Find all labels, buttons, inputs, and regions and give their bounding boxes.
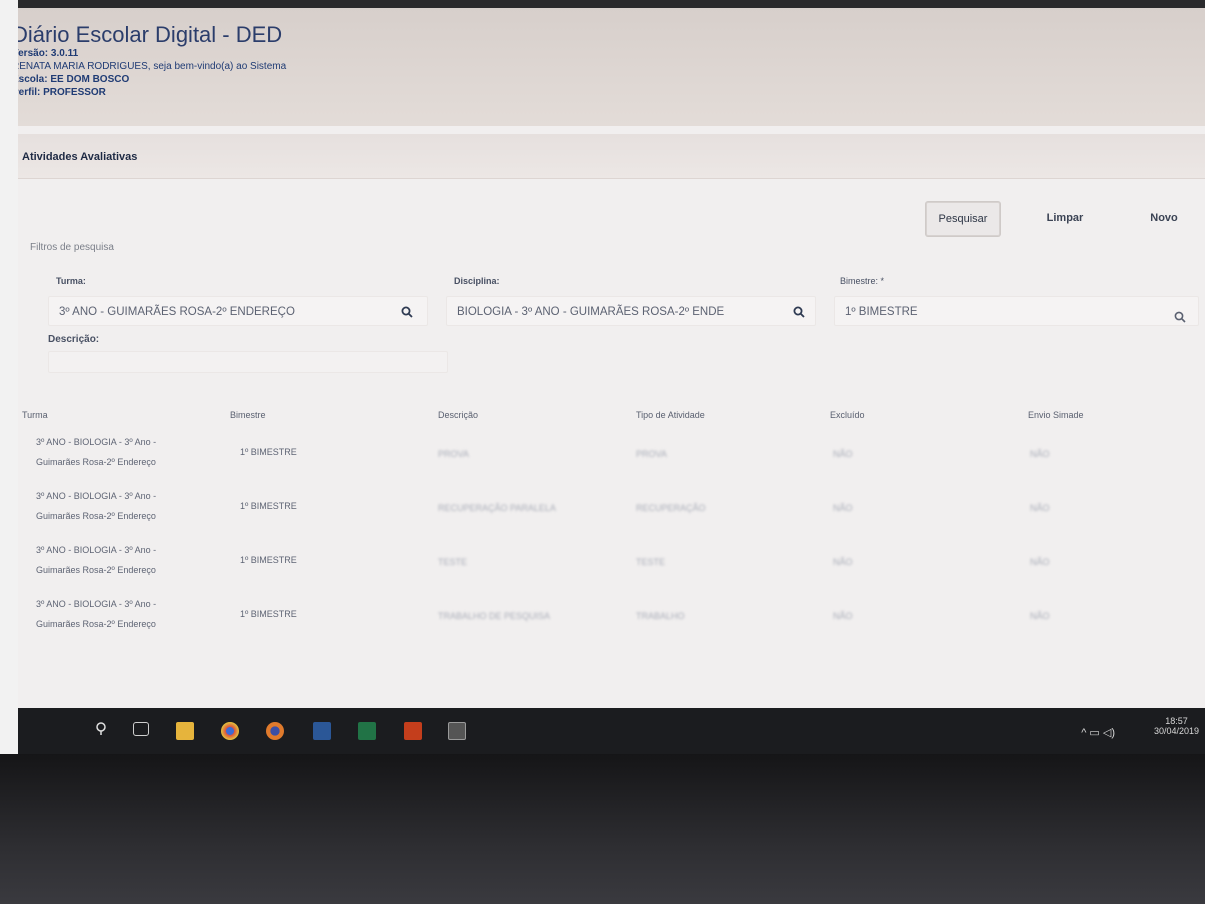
- row-turma-line2: Guimarães Rosa-2º Endereço: [36, 565, 156, 575]
- file-explorer-icon[interactable]: [176, 722, 194, 740]
- row-turma-line2: Guimarães Rosa-2º Endereço: [36, 457, 156, 467]
- page-title: Atividades Avaliativas: [22, 151, 138, 163]
- row-descricao: RECUPERAÇÃO PARALELA: [438, 503, 556, 513]
- windows-taskbar: ^ ▭ ◁) 18:57 30/04/2019: [18, 708, 1205, 754]
- app-header: Diário Escolar Digital - DED Versão: 3.0…: [18, 8, 1205, 126]
- firefox-icon[interactable]: [266, 722, 284, 740]
- excel-icon[interactable]: [358, 722, 376, 740]
- table-row[interactable]: 3º ANO - BIOLOGIA - 3º Ano - Guimarães R…: [18, 541, 1205, 595]
- word-icon[interactable]: [313, 722, 331, 740]
- row-bimestre: 1º BIMESTRE: [240, 609, 297, 619]
- row-turma-line1: 3º ANO - BIOLOGIA - 3º Ano -: [36, 599, 157, 609]
- turma-search-icon[interactable]: [401, 306, 413, 318]
- disciplina-search-icon[interactable]: [793, 306, 805, 318]
- row-descricao: TESTE: [438, 557, 468, 567]
- row-envio: NÃO: [1030, 557, 1050, 567]
- clock[interactable]: 18:57 30/04/2019: [1154, 716, 1199, 736]
- calculator-icon[interactable]: [448, 722, 466, 740]
- disciplina-input[interactable]: BIOLOGIA - 3º ANO - GUIMARÃES ROSA-2º EN…: [446, 296, 816, 326]
- bimestre-search-icon[interactable]: [1174, 311, 1186, 323]
- row-excluido: NÃO: [833, 449, 853, 459]
- bimestre-label: Bimestre: *: [840, 276, 885, 286]
- task-view-icon[interactable]: [133, 722, 149, 736]
- row-bimestre: 1º BIMESTRE: [240, 447, 297, 457]
- table-header: Turma Bimestre Descrição Tipo de Ativida…: [18, 408, 1205, 430]
- table-row[interactable]: 3º ANO - BIOLOGIA - 3º Ano - Guimarães R…: [18, 487, 1205, 541]
- search-button[interactable]: Pesquisar: [926, 202, 1000, 236]
- col-descricao[interactable]: Descrição: [438, 410, 478, 420]
- powerpoint-icon[interactable]: [404, 722, 422, 740]
- col-envio[interactable]: Envio Simade: [1028, 410, 1084, 420]
- table-row[interactable]: 3º ANO - BIOLOGIA - 3º Ano - Guimarães R…: [18, 595, 1205, 649]
- row-envio: NÃO: [1030, 611, 1050, 621]
- row-turma-line1: 3º ANO - BIOLOGIA - 3º Ano -: [36, 437, 157, 447]
- school-label: Escola: EE DOM BOSCO: [18, 74, 130, 85]
- row-turma-line1: 3º ANO - BIOLOGIA - 3º Ano -: [36, 491, 157, 501]
- profile-label: Perfil: PROFESSOR: [18, 87, 106, 98]
- col-bimestre[interactable]: Bimestre: [230, 410, 266, 420]
- descricao-label: Descrição:: [48, 334, 100, 345]
- search-icon[interactable]: [96, 722, 108, 736]
- row-envio: NÃO: [1030, 503, 1050, 513]
- col-tipo[interactable]: Tipo de Atividade: [636, 410, 705, 420]
- system-tray-icons[interactable]: ^ ▭ ◁): [1081, 726, 1115, 739]
- row-excluido: NÃO: [833, 557, 853, 567]
- row-envio: NÃO: [1030, 449, 1050, 459]
- welcome-label: RENATA MARIA RODRIGUES, seja bem-vindo(a…: [18, 61, 287, 72]
- descricao-input[interactable]: [48, 351, 448, 373]
- clock-date: 30/04/2019: [1153, 726, 1199, 736]
- row-tipo: TRABALHO: [636, 611, 685, 621]
- app-title: Diário Escolar Digital - DED: [18, 22, 283, 47]
- row-descricao: TRABALHO DE PESQUISA: [438, 611, 551, 621]
- row-bimestre: 1º BIMESTRE: [240, 555, 297, 565]
- clock-time: 18:57: [1165, 716, 1188, 726]
- col-turma[interactable]: Turma: [22, 410, 48, 420]
- row-turma-line2: Guimarães Rosa-2º Endereço: [36, 511, 156, 521]
- row-descricao: PROVA: [438, 449, 469, 459]
- row-tipo: TESTE: [636, 557, 666, 567]
- row-turma-line1: 3º ANO - BIOLOGIA - 3º Ano -: [36, 545, 157, 555]
- row-bimestre: 1º BIMESTRE: [240, 501, 297, 511]
- section-bar: Atividades Avaliativas: [18, 134, 1205, 179]
- row-tipo: RECUPERAÇÃO: [636, 503, 706, 513]
- table-row[interactable]: 3º ANO - BIOLOGIA - 3º Ano - Guimarães R…: [18, 433, 1205, 487]
- chrome-icon[interactable]: [221, 722, 239, 740]
- browser-screen: Diário Escolar Digital - DED Versão: 3.0…: [18, 8, 1205, 708]
- clear-button[interactable]: Limpar: [1033, 202, 1097, 234]
- bimestre-input[interactable]: 1º BIMESTRE: [834, 296, 1199, 326]
- new-button[interactable]: Novo: [1136, 202, 1192, 234]
- filters-legend: Filtros de pesquisa: [30, 242, 114, 253]
- version-label: Versão: 3.0.11: [18, 48, 79, 59]
- row-turma-line2: Guimarães Rosa-2º Endereço: [36, 619, 156, 629]
- turma-input[interactable]: 3º ANO - GUIMARÃES ROSA-2º ENDEREÇO: [48, 296, 428, 326]
- col-excluido[interactable]: Excluído: [830, 410, 865, 420]
- row-excluido: NÃO: [833, 503, 853, 513]
- turma-label: Turma:: [56, 276, 86, 286]
- disciplina-label: Disciplina:: [454, 276, 500, 286]
- row-tipo: PROVA: [636, 449, 667, 459]
- monitor-bezel: [0, 754, 1205, 904]
- row-excluido: NÃO: [833, 611, 853, 621]
